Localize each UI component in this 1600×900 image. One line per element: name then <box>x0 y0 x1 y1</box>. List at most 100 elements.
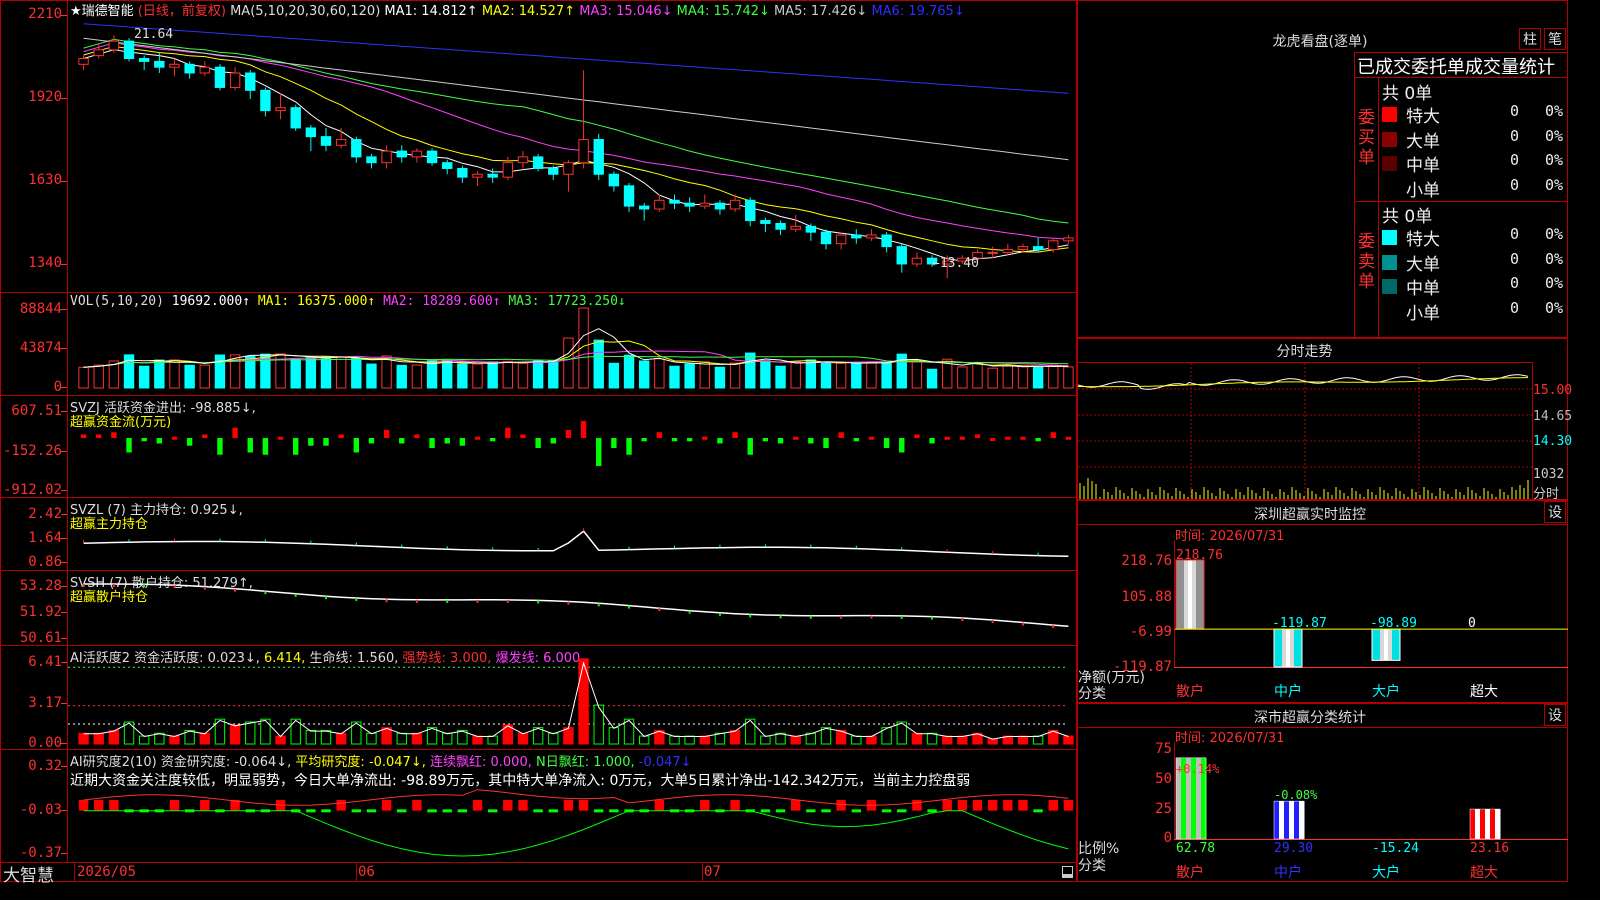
candle-body <box>290 107 301 129</box>
period-label[interactable]: (日线，前复权) <box>138 4 226 19</box>
ai1-bar <box>442 732 453 745</box>
sell-row-2: 大单 0 0% <box>1382 249 1568 275</box>
ai1-bar <box>608 727 620 745</box>
ai2-bar <box>366 809 377 813</box>
main-position-line <box>83 530 1069 558</box>
lock-icon[interactable] <box>1062 866 1073 878</box>
sell-side-label: 委卖单 <box>1358 232 1375 292</box>
candle-body <box>517 156 529 164</box>
ai2-bar <box>972 800 983 811</box>
class-bar-value-label: 29.30 <box>1274 841 1313 856</box>
lhb-tabs[interactable]: 已成交委托单成交量统计 <box>1357 53 1555 79</box>
sz-monitor-bar-chart[interactable]: 218.76散户-119.87中户-98.89大户0超大 <box>1175 540 1568 702</box>
ai1-bar <box>942 735 953 745</box>
ma-value-1: MA1: 14.812↑ <box>384 4 478 19</box>
sz-class-axis-label: 25 <box>1155 801 1172 817</box>
candle-body <box>305 127 317 138</box>
ma-value-6: MA6: 19.765↓ <box>867 4 965 19</box>
fund-flow-bar <box>686 437 693 442</box>
price-axis-label: 2210 <box>28 6 62 22</box>
volume-bar <box>381 355 392 389</box>
ai2-bar <box>472 800 483 811</box>
ai1-activity-chart[interactable] <box>68 658 1076 748</box>
intraday-chart[interactable] <box>1077 363 1532 499</box>
ai1-bar <box>1032 735 1044 745</box>
fund-flow-bar <box>459 437 466 446</box>
class-bar-segment <box>1490 809 1496 839</box>
ai2-research-chart[interactable] <box>68 760 1076 860</box>
svzl-line-chart[interactable] <box>68 500 1076 568</box>
candle-body <box>335 139 347 146</box>
buy-row-3: 中单 0 0% <box>1382 151 1568 176</box>
candle-body <box>260 89 271 112</box>
fund-flow-bar <box>474 436 481 440</box>
price-axis-label: 1630 <box>28 172 62 188</box>
ai1-bar <box>108 729 120 745</box>
fund-flow-bar <box>899 437 905 453</box>
svzj-bar-chart[interactable] <box>68 400 1076 496</box>
monitor-category-label: 超大 <box>1470 684 1498 700</box>
ai2-bar <box>321 809 331 813</box>
svzl-axis-label: 1.64 <box>28 530 62 546</box>
class-bar-value-label: -15.24 <box>1372 841 1419 856</box>
ai1-bar <box>1063 735 1074 745</box>
sz-monitor-settings-button[interactable]: 设 <box>1544 501 1566 523</box>
candle-body <box>442 162 453 169</box>
class-bar-value-label: 23.16 <box>1470 841 1509 856</box>
volume-bar <box>396 364 407 389</box>
candle-body <box>714 202 726 210</box>
volume-bar <box>335 356 347 389</box>
monitor-bar-segment <box>1192 560 1197 630</box>
monitor-bar-segment <box>1392 629 1397 661</box>
volume-bar <box>351 357 362 389</box>
fund-flow-bar <box>232 427 238 438</box>
ai2-bar <box>775 809 786 813</box>
volume-bar <box>835 362 847 389</box>
class-bar-segment <box>1485 809 1491 839</box>
ai2-bar <box>957 800 968 811</box>
candle-body <box>790 225 801 230</box>
ai2-bar <box>821 809 831 813</box>
bar-mode-button[interactable]: 柱 <box>1519 28 1541 50</box>
monitor-bar-segment <box>1188 560 1193 630</box>
candle-body <box>108 40 120 51</box>
stock-name[interactable]: ★瑞德智能 <box>70 4 134 19</box>
sz-class-bar-chart[interactable]: +0.14% 62.78 散户 -0.08% 29.30 中户 -15.24 大户 23.16 超… <box>1175 742 1568 882</box>
svsh-line-chart[interactable] <box>68 574 1076 644</box>
ai2-bar <box>897 809 907 813</box>
color-swatch <box>1382 131 1397 147</box>
ai2-bar <box>412 800 422 811</box>
candlestick-chart[interactable] <box>68 18 1076 290</box>
fund-flow-bar <box>974 434 981 438</box>
ai1-bar <box>320 729 332 745</box>
candle-body <box>911 257 923 265</box>
order-count: 0 <box>1510 175 1520 194</box>
candle-body <box>593 139 604 175</box>
ma-value-5: MA5: 17.426↓ <box>769 4 868 19</box>
ai2-bar <box>594 809 604 813</box>
fenshi-axis-label: 15.00 <box>1533 383 1573 398</box>
sell-row-3: 中单 0 0% <box>1382 274 1568 299</box>
class-bar-segment <box>1495 809 1501 839</box>
fund-flow-bar <box>989 437 996 441</box>
ai1-bar <box>987 738 998 745</box>
brand-logo[interactable]: 大智慧 <box>3 861 54 886</box>
ai2-bar <box>397 809 407 813</box>
order-count: 0 <box>1510 249 1520 268</box>
ai2-bar <box>306 809 316 813</box>
candle-body <box>578 139 589 164</box>
ai1-bar <box>472 735 483 745</box>
sz-class-settings-button[interactable]: 设 <box>1544 704 1566 726</box>
ai1-bar <box>866 735 877 745</box>
ai2-bar <box>987 800 998 811</box>
tick-mode-button[interactable]: 笔 <box>1544 28 1566 50</box>
fund-flow-bar <box>580 420 587 438</box>
ai2-bar <box>578 800 589 811</box>
ai1-bar <box>335 732 347 745</box>
order-percent: 0% <box>1545 102 1564 120</box>
volume-bar <box>548 360 559 389</box>
volume-chart[interactable] <box>68 300 1076 394</box>
volume-bar <box>472 363 483 389</box>
ai2-axis-label: -0.03 <box>19 802 62 818</box>
fund-flow-bar <box>868 436 875 440</box>
